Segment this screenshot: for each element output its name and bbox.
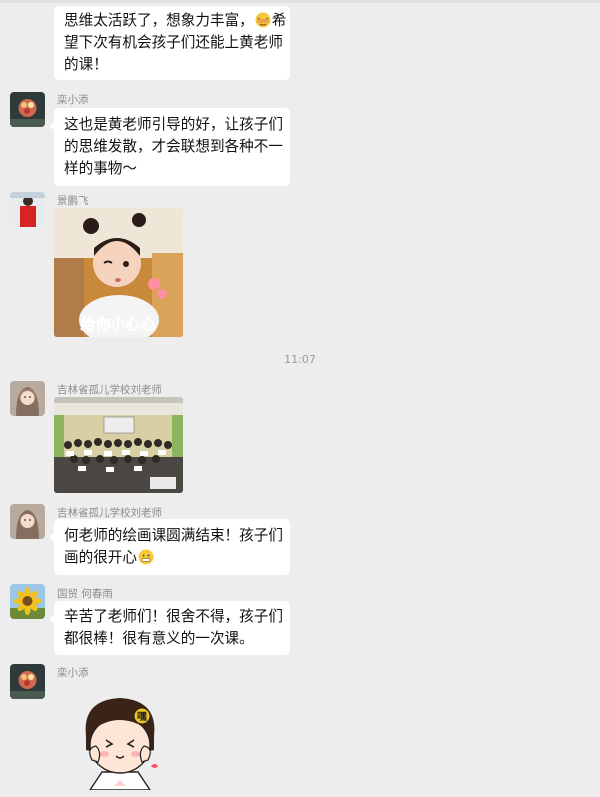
avatar-image xyxy=(10,504,45,539)
timestamp: 11:07 xyxy=(284,353,316,366)
message-line: 这也是黄老师引导的好，让孩子们 xyxy=(64,116,283,133)
sender-name: 吉林省孤儿学校刘老师 xyxy=(57,384,162,396)
message-line: 辛苦了老师们！很舍不得，孩子们 xyxy=(64,608,283,625)
sticker-message[interactable]: 嘿 xyxy=(72,690,168,791)
sender-name: 国贸 何春雨 xyxy=(57,588,113,600)
sender-name: 吉林省孤儿学校刘老师 xyxy=(57,507,162,519)
sticker-label: 嘿 xyxy=(137,711,147,723)
message-bubble[interactable]: 辛苦了老师们！很舍不得，孩子们 都很棒！很有意义的一次课。 xyxy=(49,601,290,655)
grimace-emoji-icon xyxy=(138,549,154,565)
image-message[interactable] xyxy=(54,397,183,493)
avatar[interactable] xyxy=(10,504,45,539)
cartoon-girl-sticker: 嘿 xyxy=(85,698,158,791)
avatar[interactable] xyxy=(10,92,45,127)
avatar-image xyxy=(10,192,45,227)
avatar[interactable] xyxy=(10,584,45,619)
message-bubble[interactable]: 思维太活跃了，想象力丰富，希 望下次有机会孩子们还能上黄老师 的课！ xyxy=(54,6,290,80)
sender-name: 栾小添 xyxy=(57,667,89,679)
message-line: 何老师的绘画课圆满结束！孩子们 xyxy=(64,527,283,544)
avatar-image xyxy=(10,381,45,416)
message-bubble[interactable]: 这也是黄老师引导的好，让孩子们 的思维发散，才会联想到各种不一 样的事物～ xyxy=(49,108,290,186)
avatar-image xyxy=(10,664,45,699)
image-caption: 给你小心心 xyxy=(80,315,155,333)
image-message[interactable]: 给你小心心 xyxy=(54,208,183,337)
photo-classroom-image xyxy=(54,397,183,493)
avatar-image xyxy=(10,584,45,619)
message-line: 望下次有机会孩子们还能上黄老师 xyxy=(64,34,283,51)
photo-girl-image: 给你小心心 xyxy=(54,208,183,337)
message-line: 的思维发散，才会联想到各种不一 xyxy=(64,138,283,155)
message-line: 样的事物～ xyxy=(64,160,137,177)
chat-view: 思维太活跃了，想象力丰富，希 望下次有机会孩子们还能上黄老师 的课！ 栾小添 这… xyxy=(0,0,600,797)
message-line: 的课！ xyxy=(64,56,108,73)
sender-name: 栾小添 xyxy=(57,94,89,106)
avatar[interactable] xyxy=(10,381,45,416)
facepalm-emoji-icon xyxy=(255,12,271,28)
sender-name: 景鹏飞 xyxy=(57,195,89,207)
top-edge xyxy=(0,0,600,3)
message-line: 都很棒！很有意义的一次课。 xyxy=(64,630,254,647)
avatar[interactable] xyxy=(10,664,45,699)
message-line: 思维太活跃了，想象力丰富，希 xyxy=(64,12,287,29)
avatar[interactable] xyxy=(10,192,45,227)
message-line: 画的很开心 xyxy=(64,547,280,569)
avatar-image xyxy=(10,92,45,127)
message-bubble[interactable]: 何老师的绘画课圆满结束！孩子们 画的很开心 xyxy=(49,519,290,575)
